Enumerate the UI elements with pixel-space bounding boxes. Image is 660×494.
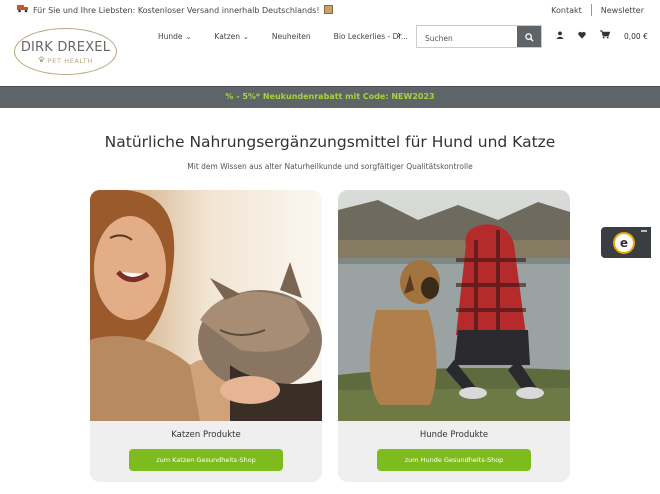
badge-menu-icon[interactable] — [641, 230, 647, 232]
newsletter-link[interactable]: Newsletter — [601, 6, 644, 15]
truck-icon — [17, 4, 29, 16]
chevron-down-icon: ⌄ — [243, 32, 249, 41]
logo-name: DIRK DREXEL — [20, 40, 111, 55]
nav-item-katzen[interactable]: Katzen ⌄ — [214, 32, 249, 41]
trust-badge[interactable]: e — [601, 227, 651, 258]
brand-logo[interactable]: DIRK DREXEL PET HEALTH — [14, 28, 117, 75]
paw-icon — [38, 56, 48, 65]
logo-sub-text: PET HEALTH — [47, 57, 93, 65]
nav-item-label: Neuheiten — [271, 32, 311, 41]
search-box — [416, 25, 542, 49]
service-links: Kontakt Newsletter — [551, 4, 644, 16]
header-actions: 0,00 € — [556, 30, 648, 42]
dog-child-lake-photo[interactable] — [338, 190, 570, 421]
cat-woman-photo[interactable] — [90, 190, 322, 421]
search-button[interactable] — [517, 26, 541, 47]
wishlist-heart-icon[interactable] — [578, 31, 586, 42]
category-card-katzen[interactable]: Katzen Produkte zum Katzen Gesundheits-S… — [90, 190, 322, 482]
nav-item-label: Katzen — [214, 32, 241, 41]
hunde-shop-button[interactable]: zum Hunde Gesundheits-Shop — [377, 449, 531, 471]
trust-seal-icon: e — [613, 232, 635, 254]
nav-item-hunde[interactable]: Hunde ⌄ — [158, 32, 191, 41]
chevron-down-icon: ⌄ — [185, 32, 192, 41]
link-divider — [590, 4, 592, 16]
page-title: Natürliche Nahrungsergänzungsmittel für … — [104, 133, 556, 151]
discount-banner: % - 5%* Neukundenrabatt mit Code: NEW202… — [0, 86, 660, 108]
katzen-shop-button[interactable]: zum Katzen Gesundheits-Shop — [129, 449, 283, 471]
page-subtitle: Mit dem Wissen aus alter Naturheilkunde … — [187, 162, 473, 171]
card-title: Hunde Produkte — [419, 430, 489, 440]
box-icon — [323, 4, 333, 16]
nav-item-label: Hunde — [158, 32, 183, 41]
top-bar: Für Sie und Ihre Liebsten: Kostenloser V… — [0, 0, 660, 20]
card-title: Katzen Produkte — [171, 430, 241, 440]
shipping-promo-text: Für Sie und Ihre Liebsten: Kostenloser V… — [33, 5, 320, 15]
category-card-hunde[interactable]: Hunde Produkte zum Hunde Gesundheits-Sho… — [338, 190, 570, 482]
kontakt-link[interactable]: Kontakt — [551, 6, 582, 15]
main-header: DIRK DREXEL PET HEALTH Hunde ⌄ Katzen ⌄ … — [0, 20, 660, 84]
nav-item-neuheiten[interactable]: Neuheiten — [272, 32, 311, 41]
cart-total[interactable]: 0,00 € — [624, 32, 648, 41]
logo-subtitle: PET HEALTH — [15, 56, 116, 65]
discount-banner-text: % - 5%* Neukundenrabatt mit Code: NEW202… — [225, 92, 435, 101]
cart-icon[interactable] — [600, 30, 611, 42]
main-nav: Hunde ⌄ Katzen ⌄ Neuheiten Bio Leckerlie… — [158, 32, 431, 41]
search-input[interactable] — [417, 28, 517, 49]
search-icon — [524, 27, 534, 46]
account-icon[interactable] — [556, 30, 564, 42]
shipping-promo: Für Sie und Ihre Liebsten: Kostenloser V… — [17, 4, 333, 16]
nav-scroll-right-icon[interactable]: › — [397, 28, 401, 41]
